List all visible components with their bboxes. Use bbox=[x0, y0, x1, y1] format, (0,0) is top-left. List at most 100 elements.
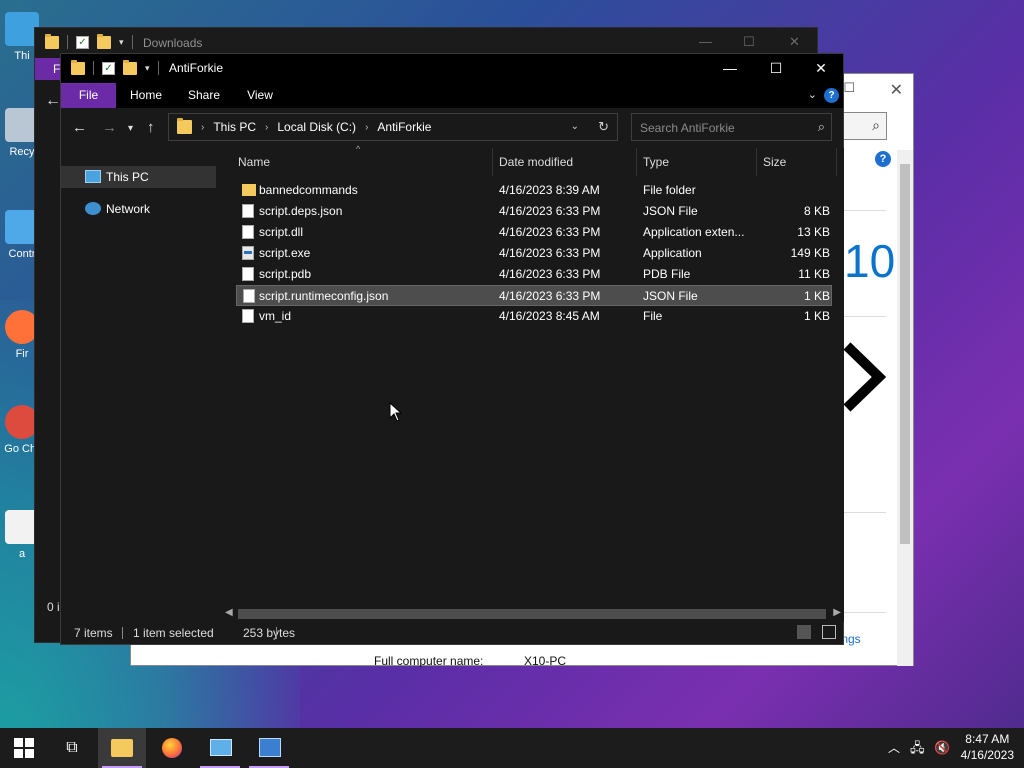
search-placeholder: Search AntiForkie bbox=[640, 121, 735, 135]
breadcrumb-antiforkie[interactable]: AntiForkie bbox=[377, 120, 431, 134]
file-size: 149 KB bbox=[790, 246, 830, 260]
explorer-window: ✓ ▾ AntiForkie — ☐ ✕ File Home Share Vie… bbox=[60, 53, 844, 645]
properties-icon[interactable]: ✓ bbox=[102, 61, 115, 75]
address-bar[interactable]: › This PC › Local Disk (C:) › AntiForkie… bbox=[168, 113, 618, 141]
table-row[interactable]: vm_id 4/16/2023 8:45 AM File 1 KB bbox=[236, 306, 832, 327]
table-row[interactable]: script.pdb 4/16/2023 6:33 PM PDB File 11… bbox=[236, 264, 832, 285]
chevron-down-icon[interactable]: ▾ bbox=[119, 37, 124, 48]
taskbar-file-explorer[interactable] bbox=[98, 728, 146, 768]
table-row-selected[interactable]: script.runtimeconfig.json 4/16/2023 6:33… bbox=[236, 285, 832, 306]
close-icon[interactable]: ✕ bbox=[789, 34, 800, 50]
up-arrow-icon[interactable]: ↑ bbox=[147, 119, 155, 136]
minimize-button[interactable]: — bbox=[707, 54, 753, 83]
table-row[interactable]: bannedcommands 4/16/2023 8:39 AM File fo… bbox=[236, 180, 832, 201]
file-size: 11 KB bbox=[798, 267, 830, 281]
maximize-icon[interactable]: ☐ bbox=[743, 34, 755, 50]
clock-time: 8:47 AM bbox=[965, 732, 1010, 746]
column-header-name[interactable]: Name bbox=[238, 148, 270, 176]
column-divider[interactable] bbox=[836, 148, 837, 176]
refresh-icon[interactable]: ↻ bbox=[598, 119, 609, 135]
breadcrumb-separator[interactable]: › bbox=[365, 122, 368, 133]
scrollbar-thumb[interactable] bbox=[900, 164, 910, 544]
network-icon[interactable]: 🖧 bbox=[910, 728, 925, 768]
chevron-down-icon[interactable]: ▾ bbox=[145, 63, 150, 74]
status-selected-count: 1 item selected bbox=[133, 626, 214, 640]
volume-muted-icon[interactable]: 🔇 bbox=[934, 728, 950, 768]
table-row[interactable]: script.dll 4/16/2023 6:33 PM Application… bbox=[236, 222, 832, 243]
quick-access-toolbar: ✓ ▾ bbox=[71, 59, 159, 75]
expand-ribbon-icon[interactable]: ⌄ bbox=[808, 88, 817, 101]
scrollbar-thumb[interactable] bbox=[238, 609, 826, 619]
ribbon-tabs: File Home Share View ⌄ ? bbox=[61, 83, 843, 108]
taskbar-system-app[interactable] bbox=[245, 728, 293, 768]
separator bbox=[131, 35, 133, 49]
nav-item-this-pc[interactable]: This PC bbox=[61, 166, 216, 188]
back-arrow-icon[interactable]: ← bbox=[72, 119, 87, 136]
tab-home[interactable]: Home bbox=[121, 83, 171, 108]
column-divider[interactable] bbox=[636, 148, 637, 176]
file-type: JSON File bbox=[643, 289, 698, 303]
breadcrumb-separator[interactable]: › bbox=[265, 122, 268, 133]
close-button[interactable]: ✕ bbox=[798, 54, 844, 83]
file-icon bbox=[242, 267, 254, 281]
help-icon[interactable]: ? bbox=[824, 88, 839, 103]
chevron-up-icon[interactable]: ︿ bbox=[888, 728, 900, 768]
chevron-down-icon[interactable]: ⌄ bbox=[571, 121, 579, 132]
tab-view[interactable]: View bbox=[235, 83, 285, 108]
details-view-icon[interactable] bbox=[797, 625, 811, 639]
scroll-right-icon[interactable]: ▶ bbox=[833, 607, 841, 618]
column-header-date[interactable]: Date modified bbox=[499, 148, 573, 176]
system-clock[interactable]: 8:47 AM 4/16/2023 bbox=[961, 731, 1014, 763]
separator bbox=[93, 61, 94, 75]
forward-arrow-icon[interactable]: → bbox=[102, 119, 117, 136]
taskbar-control-panel[interactable] bbox=[196, 728, 244, 768]
vertical-scrollbar[interactable] bbox=[897, 150, 913, 666]
status-item-count: 7 items bbox=[74, 626, 113, 640]
downloads-file-tab[interactable]: F bbox=[35, 58, 61, 80]
close-icon[interactable]: ✕ bbox=[890, 80, 903, 100]
search-input[interactable]: Search AntiForkie ⌕ bbox=[631, 113, 832, 141]
explorer-titlebar[interactable]: ✓ ▾ AntiForkie — ☐ ✕ bbox=[61, 54, 843, 83]
breadcrumb-this-pc[interactable]: This PC bbox=[213, 120, 256, 134]
new-folder-icon[interactable] bbox=[97, 33, 111, 49]
file-name: script.pdb bbox=[259, 267, 312, 281]
taskbar: ⧉ ︿ 🖧 🔇 8:47 AM 4/16/2023 bbox=[0, 728, 1024, 768]
column-divider[interactable] bbox=[756, 148, 757, 176]
folder-icon bbox=[242, 184, 256, 196]
full-computer-name-label: Full computer name: bbox=[374, 654, 484, 668]
file-explorer-icon bbox=[111, 739, 133, 757]
file-icon bbox=[242, 204, 254, 218]
column-header-size[interactable]: Size bbox=[763, 148, 786, 176]
recent-locations-icon[interactable]: ▾ bbox=[128, 123, 133, 134]
downloads-title: Downloads bbox=[143, 36, 203, 50]
column-header-type[interactable]: Type bbox=[643, 148, 669, 176]
tab-share[interactable]: Share bbox=[179, 83, 229, 108]
nav-item-network[interactable]: Network bbox=[61, 198, 216, 220]
maximize-button[interactable]: ☐ bbox=[753, 54, 799, 83]
taskbar-firefox[interactable] bbox=[148, 728, 196, 768]
network-icon bbox=[85, 202, 101, 215]
breadcrumb-local-disk[interactable]: Local Disk (C:) bbox=[277, 120, 356, 134]
large-icons-view-icon[interactable] bbox=[822, 625, 836, 639]
column-divider[interactable] bbox=[492, 148, 493, 176]
help-icon[interactable]: ? bbox=[875, 151, 891, 167]
file-list: ^ Name Date modified Type Size bannedcom… bbox=[220, 144, 844, 606]
maximize-icon[interactable]: ☐ bbox=[843, 80, 855, 96]
search-icon: ⌕ bbox=[872, 117, 880, 133]
new-folder-icon[interactable] bbox=[123, 59, 137, 75]
table-row[interactable]: script.exe 4/16/2023 6:33 PM Application… bbox=[236, 243, 832, 264]
chevron-right-icon bbox=[843, 342, 887, 412]
divider bbox=[844, 316, 886, 317]
status-bar: 7 items 1 item selected 253 bytes bbox=[61, 622, 843, 644]
scroll-left-icon[interactable]: ◀ bbox=[225, 607, 233, 618]
minimize-icon[interactable]: — bbox=[699, 34, 712, 49]
file-name: script.exe bbox=[259, 246, 311, 260]
properties-icon[interactable]: ✓ bbox=[76, 35, 89, 49]
back-arrow-icon[interactable]: ← bbox=[45, 92, 61, 110]
table-row[interactable]: script.deps.json 4/16/2023 6:33 PM JSON … bbox=[236, 201, 832, 222]
tab-file[interactable]: File bbox=[61, 83, 116, 108]
start-button[interactable] bbox=[0, 728, 48, 768]
folder-icon bbox=[177, 118, 192, 134]
horizontal-scrollbar[interactable]: ◀ ▶ bbox=[220, 606, 844, 622]
task-view-button[interactable]: ⧉ bbox=[48, 728, 96, 768]
